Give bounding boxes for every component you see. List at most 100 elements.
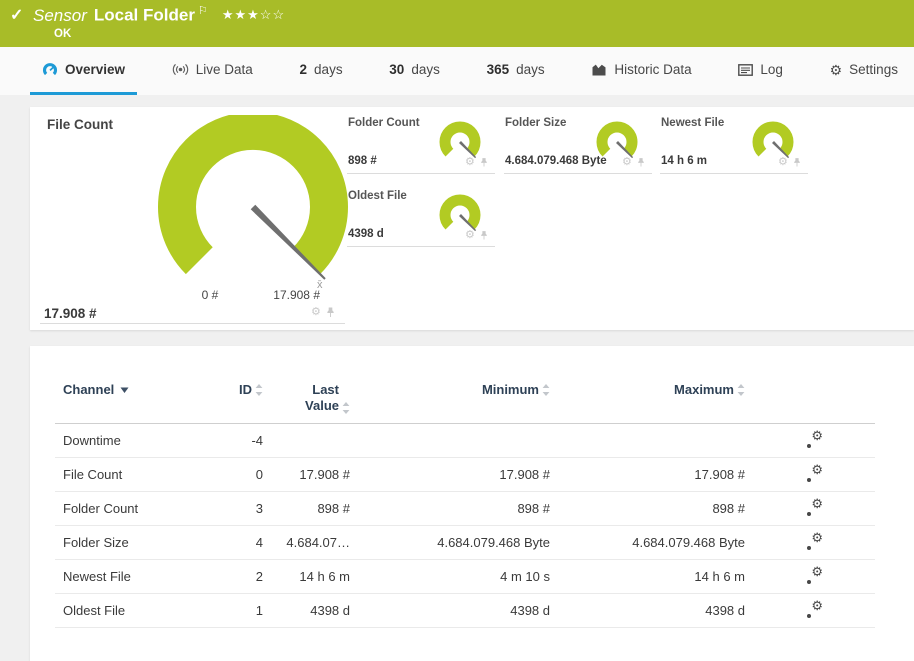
minimum-value: 4.684.079.468 Byte [350,535,550,550]
tab-settings[interactable]: ⚙ Settings [818,47,910,95]
gear-icon: ⚙ [811,599,823,612]
tab-label: days [314,62,343,77]
gauge-scale-min: 0 # [190,288,230,302]
minimum-value: 17.908 # [350,467,550,482]
pin-icon[interactable] [480,157,488,168]
last-value: 14 h 6 m [263,569,350,584]
gear-icon: ⚙ [811,463,823,476]
maximum-value: 14 h 6 m [550,569,745,584]
sort-desc-icon [120,387,129,393]
pin-icon[interactable] [793,157,801,168]
pin-icon[interactable] [326,306,335,319]
column-header-minimum[interactable]: Minimum [350,382,550,397]
tab-30-days[interactable]: 30 days [377,47,452,95]
log-list-icon [738,64,753,76]
gauge-value: 17.908 # [44,306,97,321]
gear-icon: ⚙ [830,63,843,77]
pin-icon[interactable] [480,230,488,241]
channel-settings-gear-icon[interactable]: ⚙ [807,432,823,448]
gauge-settings-gear-icon[interactable]: ⚙ [465,157,475,168]
pin-icon[interactable] [637,157,645,168]
channels-table: Channel ID Last Value [55,382,875,628]
column-header-channel[interactable]: Channel [55,382,223,397]
tab-2-days[interactable]: 2 days [288,47,355,95]
tab-number: 365 [487,62,510,77]
table-row-folder-count: Folder Count 3 898 # 898 # 898 # ⚙ [55,492,875,526]
channel-settings-gear-icon[interactable]: ⚙ [807,602,823,618]
table-row-newest-file: Newest File 2 14 h 6 m 4 m 10 s 14 h 6 m… [55,560,875,594]
gear-icon: ⚙ [811,565,823,578]
tab-log[interactable]: Log [726,47,795,95]
column-header-id[interactable]: ID [223,382,263,397]
table-header-row: Channel ID Last Value [55,382,875,424]
tab-live-data[interactable]: Live Data [160,47,265,95]
priority-stars[interactable]: ★★★☆☆ [222,7,285,22]
maximum-value: 4.684.079.468 Byte [550,535,745,550]
flag-icon[interactable]: ⚐ [198,5,208,17]
minimum-value: 4398 d [350,603,550,618]
channel-name: File Count [63,467,122,482]
object-kind-label: Sensor [33,6,87,25]
gauge-settings-gear-icon[interactable]: ⚙ [778,157,788,168]
tab-365-days[interactable]: 365 days [475,47,557,95]
channel-name: Newest File [63,569,131,584]
gauge-label: Newest File [661,117,724,129]
gauge-label: Oldest File [348,190,407,202]
small-gauge-folder-size: Folder Size 4.684.079.468 Byte ⚙ [504,115,652,174]
tab-label: Settings [849,62,898,77]
tab-label: Log [760,62,783,77]
gear-icon: ⚙ [811,531,823,544]
tab-historic-data[interactable]: Historic Data [579,47,703,95]
page-title: Local Folder [94,6,195,25]
gear-icon: ⚙ [811,497,823,510]
primary-gauge-file-count: File Count x̄ 0 # 17.908 # 17.908 # ⚙ [30,107,360,330]
last-value: 898 # [263,501,350,516]
column-label: Maximum [674,382,734,397]
column-header-maximum[interactable]: Maximum [550,382,745,397]
channel-name: Folder Size [63,535,129,550]
sort-icon [737,384,745,396]
gauge-settings-gear-icon[interactable]: ⚙ [311,307,321,318]
gauge-value: 898 # [348,155,377,167]
column-header-last-value[interactable]: Last Value [263,382,350,415]
channel-name: Oldest File [63,603,125,618]
channel-id: 3 [223,501,263,516]
column-label: Minimum [482,382,539,397]
broadcast-icon [172,63,189,76]
sort-icon [255,384,263,396]
channel-settings-gear-icon[interactable]: ⚙ [807,500,823,516]
gauge-label: Folder Count [348,117,420,129]
gauges-panel: File Count x̄ 0 # 17.908 # 17.908 # ⚙ Fo… [30,107,914,330]
tab-number: 2 [300,62,308,77]
tab-overview[interactable]: Overview [30,47,137,95]
gauge-value: 4398 d [348,228,384,240]
tab-label: days [516,62,545,77]
tab-label: Overview [65,62,125,77]
tab-label: days [411,62,440,77]
column-label: ID [239,382,252,397]
sort-icon [542,384,550,396]
sort-icon [342,402,350,414]
table-row-downtime: Downtime -4 ⚙ [55,424,875,458]
channels-table-panel: Channel ID Last Value [30,346,914,661]
table-row-file-count: File Count 0 17.908 # 17.908 # 17.908 # … [55,458,875,492]
sensor-overview-page: ✓ SensorLocal Folder⚐★★★☆☆ OK Overview [0,0,914,661]
gauge-settings-gear-icon[interactable]: ⚙ [465,230,475,241]
channel-settings-gear-icon[interactable]: ⚙ [807,466,823,482]
gauge-label: Folder Size [505,117,566,129]
gauge-settings-gear-icon[interactable]: ⚙ [622,157,632,168]
channel-settings-gear-icon[interactable]: ⚙ [807,568,823,584]
gauge-value: 14 h 6 m [661,155,707,167]
minimum-value: 4 m 10 s [350,569,550,584]
channel-id: -4 [223,433,263,448]
column-label: Last Value [295,382,339,415]
channel-id: 0 [223,467,263,482]
gauge-label: File Count [47,117,113,132]
channel-id: 2 [223,569,263,584]
small-gauge-newest-file: Newest File 14 h 6 m ⚙ [660,115,808,174]
tab-label: Live Data [196,62,253,77]
status-badge: OK [54,28,71,40]
divider [40,323,345,324]
channel-settings-gear-icon[interactable]: ⚙ [807,534,823,550]
sensor-title-line: Sensor Local Folder⚐ ★★★☆☆ [33,4,285,26]
